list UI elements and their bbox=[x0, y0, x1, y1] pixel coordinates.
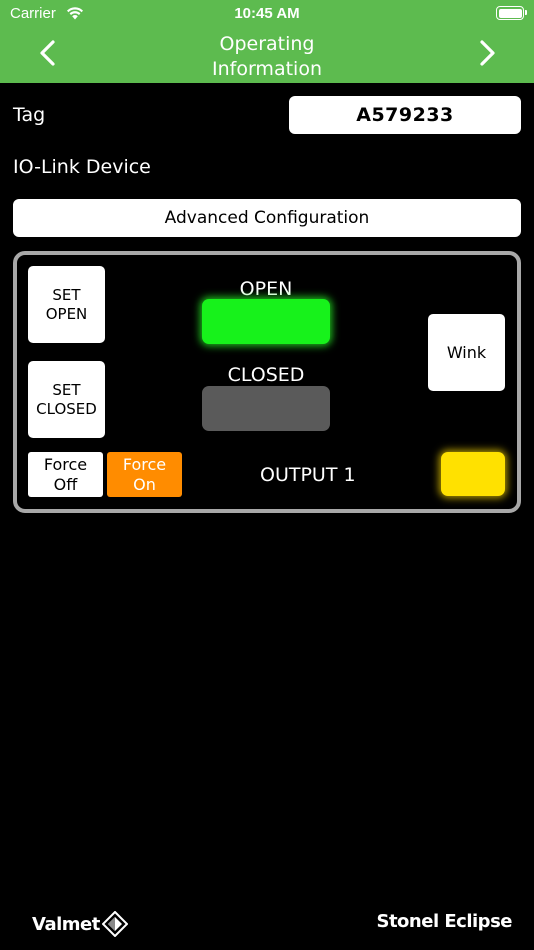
output-1-indicator-lamp bbox=[441, 452, 505, 496]
valmet-logo-text: Valmet bbox=[32, 913, 100, 935]
closed-status-label: CLOSED bbox=[227, 364, 305, 386]
chevron-right-icon[interactable] bbox=[472, 38, 502, 68]
force-on-line2: On bbox=[133, 474, 156, 494]
battery-fill bbox=[498, 8, 522, 18]
stonel-eclipse-logo: Stonel Eclipse bbox=[376, 911, 512, 932]
control-panel: SET OPEN SET CLOSED OPEN CLOSED Wink For… bbox=[13, 251, 521, 513]
advanced-configuration-button[interactable]: Advanced Configuration bbox=[13, 199, 521, 237]
device-type-label: IO-Link Device bbox=[13, 156, 151, 178]
app-root: Carrier 10:45 AM Operating Information T… bbox=[0, 0, 534, 950]
header-bar: Carrier 10:45 AM Operating Information bbox=[0, 0, 534, 83]
set-closed-button-line1: SET bbox=[52, 380, 81, 399]
set-open-button[interactable]: SET OPEN bbox=[28, 266, 105, 343]
valmet-diamond-icon bbox=[101, 911, 128, 937]
force-off-line2: Off bbox=[53, 474, 78, 494]
force-on-line1: Force bbox=[122, 454, 167, 474]
closed-indicator-lamp bbox=[202, 386, 330, 431]
status-bar: Carrier 10:45 AM bbox=[0, 0, 534, 28]
chevron-left-icon[interactable] bbox=[33, 38, 63, 68]
wink-button[interactable]: Wink bbox=[428, 314, 505, 391]
page-title-line1: Operating bbox=[219, 33, 315, 55]
set-closed-button[interactable]: SET CLOSED bbox=[28, 361, 105, 438]
output-1-label: OUTPUT 1 bbox=[260, 464, 356, 486]
tag-label: Tag bbox=[13, 104, 46, 126]
set-closed-button-line2: CLOSED bbox=[36, 399, 97, 418]
open-indicator-lamp bbox=[202, 299, 330, 344]
status-time: 10:45 AM bbox=[234, 5, 300, 22]
set-open-button-line1: SET bbox=[52, 285, 81, 304]
battery-icon bbox=[496, 6, 527, 20]
page-title-line2: Information bbox=[212, 58, 322, 80]
set-open-button-line2: OPEN bbox=[45, 304, 88, 323]
open-status-label: OPEN bbox=[239, 278, 293, 300]
force-on-button[interactable]: Force On bbox=[107, 452, 182, 497]
force-off-line1: Force bbox=[43, 454, 88, 474]
valmet-logo: Valmet bbox=[32, 911, 128, 937]
page-title: Operating Information bbox=[120, 32, 414, 82]
force-off-button[interactable]: Force Off bbox=[28, 452, 103, 497]
tag-field[interactable]: A579233 bbox=[289, 96, 521, 134]
